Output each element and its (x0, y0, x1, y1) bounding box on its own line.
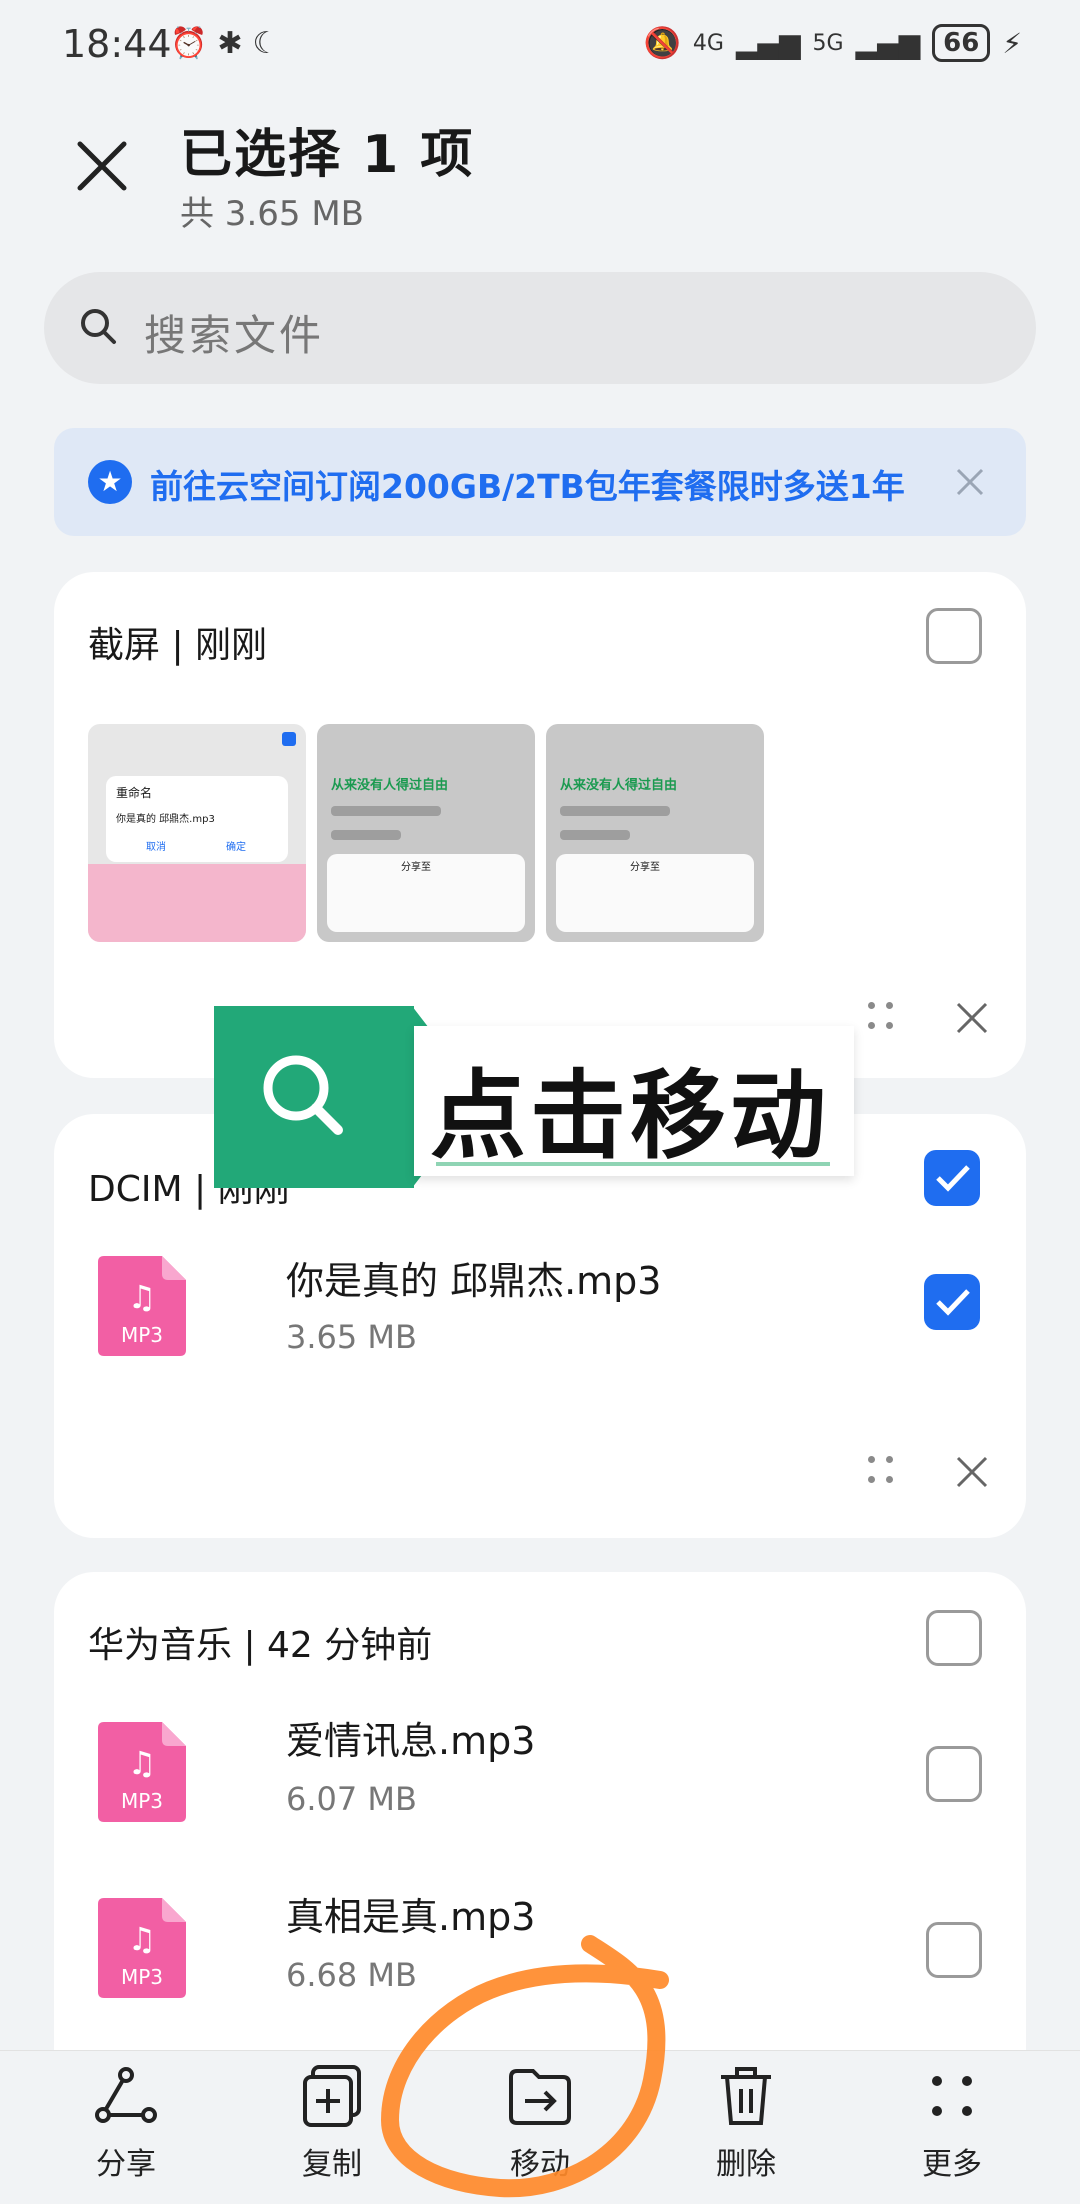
battery-level: 66 (932, 24, 991, 62)
svg-text:♫: ♫ (128, 1278, 157, 1316)
alarm-icon: ⏰ (170, 26, 208, 61)
status-icons-right: 🔕 4G ▂▄▆ 5G ▂▄▆ 66 ⚡ (643, 24, 1022, 62)
copy-icon (303, 2065, 361, 2127)
file-checkbox[interactable] (926, 1922, 982, 1978)
move-label: 移动 (510, 2147, 570, 2182)
file-size: 6.68 MB (286, 1956, 417, 1994)
thumbnail-line (331, 830, 401, 840)
bottom-toolbar: 分享 复制 移动 删除 更多 (0, 2050, 1080, 2204)
svg-text:♫: ♫ (128, 1744, 157, 1782)
close-icon (77, 141, 127, 191)
thumbnail-dialog: 重命名 你是真的 邱鼎杰.mp3 取消 确定 (106, 776, 288, 862)
page-title: 已选择 1 项 (180, 125, 475, 185)
thumbnail-text: 你是真的 邱鼎杰.mp3 (116, 814, 215, 825)
thumbnail-share-sheet: 分享至 (556, 854, 754, 932)
magnifier-icon (263, 1055, 343, 1135)
signal-icon: ▂▄▆ (735, 26, 801, 60)
overlay-text: 点击移动 (430, 1060, 830, 1172)
file-size: 6.07 MB (286, 1780, 417, 1818)
network-5g-label: 5G (812, 30, 844, 56)
svg-text:MP3: MP3 (121, 1965, 163, 1989)
close-selection-button[interactable] (72, 136, 132, 196)
thumbnail-text: 取消 (146, 842, 166, 853)
share-button[interactable]: 分享 (56, 2061, 196, 2183)
share-icon (95, 2067, 157, 2123)
trash-icon (721, 2067, 771, 2125)
group-checkbox[interactable] (926, 1610, 982, 1666)
copy-label: 复制 (302, 2147, 362, 2182)
signal-icon: ▂▄▆ (855, 26, 921, 60)
thumbnail-text: 重命名 (116, 786, 153, 800)
screenshot-thumbnail[interactable]: 从来没有人得过自由 分享至 (546, 724, 764, 942)
more-icon (932, 2076, 972, 2116)
more-label: 更多 (922, 2147, 982, 2182)
tutorial-overlay-banner: 点击移动 (214, 1006, 868, 1188)
mute-bell-icon: 🔕 (643, 25, 681, 61)
close-icon[interactable] (952, 1452, 992, 1492)
thumbnail-share-sheet: 分享至 (327, 854, 525, 932)
screenshot-thumbnail[interactable]: 从来没有人得过自由 分享至 (317, 724, 535, 942)
music-file-icon: ♫ MP3 (98, 1722, 186, 1822)
screenshot-thumbnail[interactable]: 重命名 你是真的 邱鼎杰.mp3 取消 确定 (88, 724, 306, 942)
file-name: 你是真的 邱鼎杰.mp3 (286, 1259, 662, 1303)
thumbnail-keyboard (88, 864, 306, 942)
star-icon: ★ (88, 460, 132, 504)
overlay-green-block (214, 1006, 414, 1188)
status-time: 18:44 (62, 22, 172, 66)
delete-button[interactable]: 删除 (676, 2061, 816, 2183)
file-name: 爱情讯息.mp3 (286, 1719, 536, 1763)
close-icon[interactable] (952, 998, 992, 1038)
file-checkbox[interactable] (924, 1274, 980, 1330)
group-checkbox[interactable] (924, 1150, 980, 1206)
selection-size: 共 3.65 MB (180, 194, 364, 234)
list-item[interactable]: ♫ MP3 你是真的 邱鼎杰.mp3 3.65 MB (54, 1228, 1026, 1378)
moon-icon: ☾ (252, 26, 280, 61)
group-title: 华为音乐 | 42 分钟前 (88, 1625, 433, 1666)
file-size: 3.65 MB (286, 1318, 417, 1356)
charging-icon: ⚡ (1002, 26, 1022, 60)
thumbnail-line (560, 830, 630, 840)
status-bar: 18:44 ⏰ ✱ ☾ 🔕 4G ▂▄▆ 5G ▂▄▆ 66 ⚡ (0, 0, 1080, 90)
copy-button[interactable]: 复制 (262, 2061, 402, 2183)
move-folder-icon (509, 2069, 571, 2125)
thumbnail-check (282, 732, 296, 746)
file-checkbox[interactable] (926, 1746, 982, 1802)
svg-text:♫: ♫ (128, 1920, 157, 1958)
thumbnail-line (560, 806, 670, 816)
status-icons-left: ⏰ ✱ ☾ (170, 26, 279, 61)
checkmark-icon (936, 1165, 970, 1192)
bluetooth-icon: ✱ (217, 26, 243, 61)
group-title: 截屏 | 刚刚 (88, 625, 268, 666)
thumbnail-line (331, 806, 441, 816)
thumbnail-text: 从来没有人得过自由 (560, 778, 678, 793)
search-icon (81, 309, 116, 344)
list-item[interactable]: ♫ MP3 真相是真.mp3 6.68 MB (54, 1876, 1026, 2026)
move-button[interactable]: 移动 (470, 2061, 610, 2183)
network-4g-label: 4G (692, 30, 724, 56)
thumbnail-text: 确定 (226, 842, 246, 853)
file-name: 真相是真.mp3 (286, 1895, 536, 1939)
group-checkbox[interactable] (926, 608, 982, 664)
promo-text: 前往云空间订阅200GB/2TB包年套餐限时多送1年 (150, 467, 905, 506)
overlay-underline (436, 1162, 830, 1166)
search-placeholder: 搜索文件 (144, 311, 325, 360)
thumbnail-text: 分享至 (630, 862, 660, 873)
drag-handle-icon[interactable] (864, 1000, 898, 1034)
group-card-music: 华为音乐 | 42 分钟前 ♫ MP3 爱情讯息.mp3 6.07 MB ♫ M… (54, 1572, 1026, 2092)
svg-text:MP3: MP3 (121, 1789, 163, 1813)
music-file-icon: ♫ MP3 (98, 1256, 186, 1356)
promo-banner[interactable]: ★ 前往云空间订阅200GB/2TB包年套餐限时多送1年 (54, 428, 1026, 536)
checkmark-icon (936, 1289, 970, 1316)
thumbnail-text: 分享至 (401, 862, 431, 873)
drag-handle-icon[interactable] (864, 1454, 898, 1488)
list-item[interactable]: ♫ MP3 爱情讯息.mp3 6.07 MB (54, 1700, 1026, 1850)
close-icon[interactable] (950, 462, 990, 502)
more-button[interactable]: 更多 (882, 2061, 1022, 2183)
search-input[interactable]: 搜索文件 (44, 272, 1036, 384)
delete-label: 删除 (716, 2147, 776, 2182)
thumbnail-text: 从来没有人得过自由 (331, 778, 449, 793)
svg-text:MP3: MP3 (121, 1323, 163, 1347)
music-file-icon: ♫ MP3 (98, 1898, 186, 1998)
share-label: 分享 (96, 2147, 156, 2182)
